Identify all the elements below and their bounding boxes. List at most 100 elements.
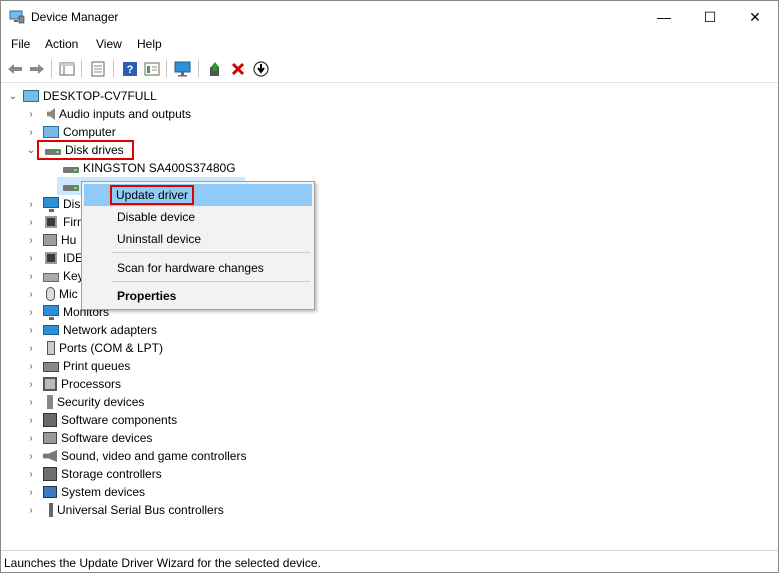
tree-item-processors[interactable]: › Processors — [25, 375, 121, 393]
tree-item-ide[interactable]: › IDE — [25, 249, 83, 267]
expand-chevron-icon[interactable]: › — [25, 321, 37, 339]
tree-item-ports[interactable]: › Ports (COM & LPT) — [25, 339, 163, 357]
menu-action[interactable]: Action — [45, 37, 78, 51]
view-toolbar-button[interactable] — [142, 59, 162, 79]
tree-item-computer[interactable]: › Computer — [25, 123, 116, 141]
processor-icon — [43, 377, 57, 391]
context-menu: Update driver Disable device Uninstall d… — [81, 181, 315, 310]
tree-item-label: Mic — [59, 287, 78, 301]
tree-item-print-queues[interactable]: › Print queues — [25, 357, 130, 375]
expand-chevron-icon[interactable]: › — [25, 483, 37, 501]
menu-help[interactable]: Help — [137, 37, 162, 51]
system-device-icon — [43, 486, 57, 498]
storage-controller-icon — [43, 467, 57, 481]
collapse-chevron-icon[interactable]: ⌄ — [7, 87, 19, 105]
console-tree-icon — [59, 62, 75, 76]
uninstall-device-toolbar-button[interactable] — [228, 59, 248, 79]
monitor-icon — [43, 305, 59, 320]
expand-chevron-icon[interactable]: › — [25, 231, 37, 249]
tree-item-usb[interactable]: › Universal Serial Bus controllers — [25, 501, 224, 519]
svg-text:?: ? — [127, 64, 134, 76]
tree-item-system[interactable]: › System devices — [25, 483, 145, 501]
software-device-icon — [43, 432, 57, 444]
tree-item-display[interactable]: › Dis — [25, 195, 80, 213]
disk-drive-icon — [63, 185, 79, 191]
expand-chevron-icon[interactable]: › — [25, 123, 37, 141]
hid-icon — [43, 234, 57, 246]
expand-chevron-icon[interactable]: › — [25, 339, 37, 357]
tree-item-kingston[interactable]: KINGSTON SA400S37480G — [57, 159, 236, 177]
tree-item-label: Storage controllers — [61, 467, 162, 481]
expand-chevron-icon[interactable]: › — [25, 249, 37, 267]
menu-item-properties[interactable]: Properties — [84, 285, 312, 307]
expand-chevron-icon[interactable]: › — [25, 501, 37, 519]
tree-item-disk-drives[interactable]: ⌄ Disk drives — [25, 140, 134, 160]
menu-file[interactable]: File — [11, 37, 30, 51]
menu-item-scan-hardware[interactable]: Scan for hardware changes — [84, 257, 312, 279]
properties-icon — [91, 61, 105, 77]
window-title: Device Manager — [31, 10, 119, 24]
tree-item-storage[interactable]: › Storage controllers — [25, 465, 162, 483]
menu-separator — [112, 281, 310, 282]
close-icon: ✕ — [749, 8, 761, 25]
disk-drive-icon — [63, 167, 79, 173]
tree-item-audio[interactable]: › Audio inputs and outputs — [25, 105, 191, 123]
menu-view[interactable]: View — [96, 37, 122, 51]
update-driver-toolbar-button[interactable] — [205, 59, 225, 79]
network-adapter-icon — [43, 325, 59, 335]
tree-item-firmware[interactable]: › Firm — [25, 213, 87, 231]
printer-icon — [43, 362, 59, 372]
expand-chevron-icon[interactable]: › — [25, 213, 37, 231]
tree-root[interactable]: ⌄ DESKTOP-CV7FULL — [7, 87, 157, 105]
close-button[interactable]: ✕ — [732, 1, 778, 33]
tree-item-network[interactable]: › Network adapters — [25, 321, 157, 339]
expand-chevron-icon[interactable]: › — [25, 447, 37, 465]
tree-item-label: Computer — [63, 125, 116, 139]
tree-item-label: Sound, video and game controllers — [61, 449, 247, 463]
menu-item-label: Uninstall device — [117, 232, 202, 246]
toolbar-separator — [81, 60, 82, 78]
expand-chevron-icon[interactable]: › — [25, 429, 37, 447]
help-icon: ? — [123, 62, 137, 76]
back-button[interactable] — [5, 59, 25, 79]
enable-device-toolbar-button[interactable] — [251, 59, 271, 79]
tree-item-label: Network adapters — [63, 323, 158, 337]
expand-chevron-icon[interactable]: › — [25, 195, 37, 213]
tree-item-hid[interactable]: › Hu — [25, 231, 76, 249]
help-toolbar-button[interactable]: ? — [120, 59, 140, 79]
tree-item-software-components[interactable]: › Software components — [25, 411, 177, 429]
expand-chevron-icon[interactable]: › — [25, 411, 37, 429]
tree-item-label: Dis — [63, 197, 81, 211]
expand-chevron-icon[interactable]: › — [25, 393, 37, 411]
maximize-button[interactable]: ☐ — [687, 1, 733, 33]
menu-item-disable-device[interactable]: Disable device — [84, 206, 312, 228]
back-arrow-icon — [8, 64, 22, 74]
expand-chevron-icon[interactable]: › — [25, 285, 37, 303]
tree-item-label: IDE — [63, 251, 84, 265]
tree-item-mice[interactable]: › Mic — [25, 285, 78, 303]
scan-hardware-toolbar-button[interactable] — [173, 59, 193, 79]
tree-item-sound[interactable]: › Sound, video and game controllers — [25, 447, 246, 465]
menu-item-label: Update driver — [116, 188, 189, 202]
tree-item-security[interactable]: › Security devices — [25, 393, 144, 411]
expand-chevron-icon[interactable]: › — [25, 267, 37, 285]
title-bar: Device Manager — ☐ ✕ — [1, 1, 778, 33]
menu-item-update-driver[interactable]: Update driver — [84, 184, 312, 206]
expand-chevron-icon[interactable]: › — [25, 303, 37, 321]
forward-button[interactable] — [27, 59, 47, 79]
tree-item-keyboards[interactable]: › Key — [25, 267, 83, 285]
collapse-chevron-icon[interactable]: ⌄ — [25, 141, 37, 159]
expand-chevron-icon[interactable]: › — [25, 105, 37, 123]
menu-item-label: Disable device — [117, 210, 196, 224]
expand-chevron-icon[interactable]: › — [25, 357, 37, 375]
menu-separator — [112, 252, 310, 253]
menu-item-uninstall-device[interactable]: Uninstall device — [84, 228, 312, 250]
show-hide-console-tree-button[interactable] — [57, 59, 77, 79]
properties-toolbar-button[interactable] — [88, 59, 108, 79]
expand-chevron-icon[interactable]: › — [25, 375, 37, 393]
tree-item-software-devices[interactable]: › Software devices — [25, 429, 152, 447]
tree-item-label: Hu — [61, 233, 77, 247]
display-adapter-icon — [43, 197, 59, 212]
minimize-button[interactable]: — — [641, 1, 687, 33]
expand-chevron-icon[interactable]: › — [25, 465, 37, 483]
